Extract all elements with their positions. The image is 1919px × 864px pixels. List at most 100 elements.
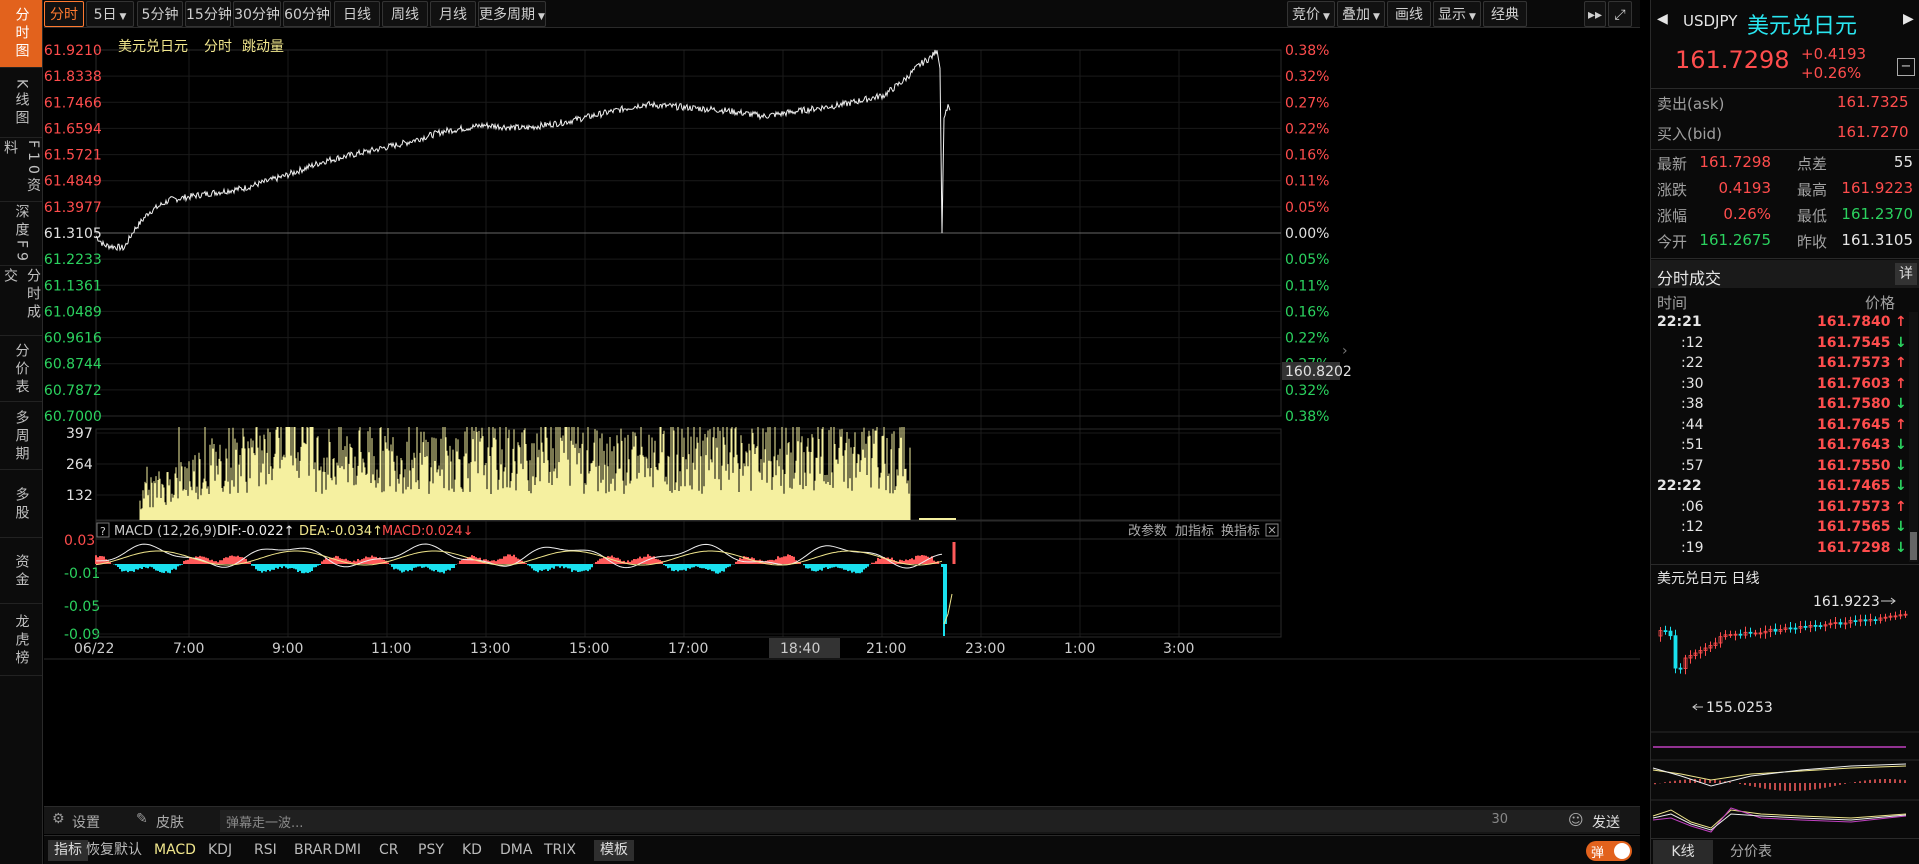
emoji-icon[interactable]: ☺	[1568, 811, 1584, 829]
left-nav-item[interactable]: 深度F9	[0, 204, 42, 266]
trade-price: 161.7465	[1817, 478, 1891, 494]
mini-daily-chart[interactable]: 161.9223 155.0253	[1651, 588, 1919, 838]
quote-stat-label: 涨跌	[1657, 181, 1688, 199]
indicator-reset[interactable]: 恢复默认	[86, 840, 142, 861]
quote-change: +0.4193	[1801, 45, 1867, 63]
quote-change-pct: +0.26%	[1801, 64, 1862, 82]
skin-icon[interactable]: ✎	[136, 811, 148, 827]
app-root: 分时图 K线图 F10资料 深度F9 分时成交 分价表 多周期 多股 资金 龙虎榜 分时 5日 ▼ …	[0, 0, 1919, 864]
send-button[interactable]: 发送	[1592, 812, 1620, 832]
mini-tabs: K线 分价表	[1651, 838, 1919, 864]
danmu-placeholder: 弹幕走一波...	[226, 816, 304, 831]
settings-label[interactable]: 设置	[72, 812, 100, 832]
left-nav-item[interactable]: K线图	[0, 70, 42, 138]
quote-stat-value: 0.4193	[1718, 179, 1772, 197]
candle-body	[1838, 622, 1843, 625]
divider	[1651, 149, 1919, 150]
indicator-tab[interactable]: KD	[462, 840, 482, 861]
period-tab-more[interactable]: 更多周期 ▼	[478, 1, 546, 27]
macd-dif: DIF:-0.022↑	[217, 524, 295, 539]
tab-price-table[interactable]: 分价表	[1719, 840, 1783, 864]
arrow-up-icon: ↑	[1895, 314, 1907, 330]
trades-scrollbar[interactable]	[1909, 312, 1918, 562]
period-tab-5min[interactable]: 5分钟	[137, 1, 183, 27]
indicator-tab[interactable]: MACD	[154, 840, 196, 861]
tab-kline[interactable]: K线	[1653, 840, 1713, 864]
indicator-tab[interactable]: KDJ	[208, 840, 232, 861]
quote-stat-value: 55	[1893, 153, 1913, 171]
indicator-tab[interactable]: PSY	[418, 840, 444, 861]
price-axis-label: 160.9616	[44, 331, 102, 347]
trade-time: :19	[1681, 539, 1704, 556]
chart-area[interactable]: 161.9210 161.8338 161.7466 161.6594 161.5721…	[44, 29, 1640, 804]
pct-axis-label: 0.38%	[1285, 43, 1329, 59]
quote-stat-label: 最新	[1657, 155, 1688, 173]
chevron-down-icon: ▼	[538, 12, 545, 22]
period-tab-30min[interactable]: 30分钟	[233, 1, 281, 27]
candle-body	[1773, 628, 1778, 632]
left-nav-item[interactable]: 分时成交	[0, 268, 42, 336]
indicator-tab[interactable]: RSI	[254, 840, 277, 861]
intraday-chart[interactable]: 161.9210 161.8338 161.7466 161.6594 161.5721…	[44, 29, 1640, 804]
left-nav-item[interactable]: 分价表	[0, 338, 42, 402]
period-tab-15min[interactable]: 15分钟	[185, 1, 232, 27]
period-tab-fenshi[interactable]: 分时	[44, 1, 84, 27]
trades-detail-button[interactable]: 详	[1895, 263, 1917, 285]
left-nav-item[interactable]: 多周期	[0, 404, 42, 470]
draw-line-button[interactable]: 画线	[1387, 1, 1431, 27]
indicator-template[interactable]: 模板	[594, 840, 634, 861]
trade-time: :06	[1681, 498, 1704, 515]
expand-right-icon[interactable]: ›	[1342, 343, 1348, 359]
fast-forward-icon[interactable]: ▸▸	[1584, 1, 1606, 27]
bid-label: 买入(bid)	[1657, 125, 1722, 143]
classic-button[interactable]: 经典	[1483, 1, 1527, 27]
period-tab-day[interactable]: 日线	[334, 1, 380, 27]
period-tab-5day[interactable]: 5日 ▼	[86, 1, 134, 27]
overlay-button[interactable]: 叠加 ▼	[1337, 1, 1385, 27]
period-tab-month[interactable]: 月线	[430, 1, 476, 27]
back-arrow-icon[interactable]: ◀	[1657, 11, 1668, 27]
left-nav-item[interactable]: 龙虎榜	[0, 606, 42, 676]
price-axis-label: 161.4849	[44, 174, 102, 190]
danmu-toggle[interactable]: 弹	[1586, 841, 1632, 861]
trade-time: 22:21	[1657, 314, 1702, 330]
price-axis-label: 161.3977	[44, 200, 102, 216]
fullscreen-icon[interactable]: ⤢	[1608, 1, 1632, 27]
gear-icon[interactable]: ⚙	[52, 811, 65, 827]
left-nav-item[interactable]: 分时图	[0, 0, 42, 68]
macd-action[interactable]: 换指标	[1221, 524, 1260, 539]
indicator-tab[interactable]: DMA	[500, 840, 532, 861]
trades-col-time: 时间	[1657, 294, 1688, 312]
trade-time: :22	[1681, 355, 1704, 371]
macd-action[interactable]: 改参数	[1128, 523, 1167, 539]
indicator-tab[interactable]: BRAR	[294, 840, 332, 861]
macd-action[interactable]: 加指标	[1175, 524, 1214, 539]
period-tab-week[interactable]: 周线	[382, 1, 428, 27]
trade-time: :51	[1681, 437, 1704, 453]
divider	[1651, 564, 1919, 565]
left-nav-item[interactable]: 多股	[0, 472, 42, 538]
scrollbar-thumb[interactable]	[1910, 532, 1917, 560]
quote-stat-value: 161.7298	[1699, 153, 1771, 171]
time-axis-label: 17:00	[668, 641, 708, 657]
auction-button[interactable]: 竞价 ▼	[1287, 1, 1335, 27]
left-nav-item[interactable]: 资金	[0, 540, 42, 604]
trade-price: 161.7643	[1817, 437, 1891, 453]
bid-value: 161.7270	[1837, 123, 1909, 141]
indicator-tab[interactable]: TRIX	[544, 840, 576, 861]
arrow-down-icon: ↓	[1895, 539, 1907, 556]
display-button[interactable]: 显示 ▼	[1433, 1, 1481, 27]
indicator-bar: 指标 恢复默认 MACD KDJ RSI BRAR DMI CR PSY KD DMA TRIX 模板 弹	[44, 835, 1640, 864]
period-more-label: 更多周期	[479, 7, 536, 23]
forward-arrow-icon[interactable]: ▶	[1903, 11, 1914, 27]
indicator-tab[interactable]: DMI	[334, 840, 361, 861]
left-nav-item[interactable]: F10资料	[0, 140, 42, 202]
danmu-input[interactable]: 弹幕走一波... 30	[220, 810, 1620, 832]
chevron-down-icon: ▼	[119, 12, 127, 22]
collapse-icon[interactable]: −	[1897, 58, 1915, 76]
skin-label[interactable]: 皮肤	[156, 812, 184, 832]
period-tab-60min[interactable]: 60分钟	[283, 1, 331, 27]
indicator-tab[interactable]: CR	[379, 840, 399, 861]
time-axis-label: 7:00	[173, 641, 204, 657]
trade-price: 161.7603	[1817, 375, 1891, 392]
